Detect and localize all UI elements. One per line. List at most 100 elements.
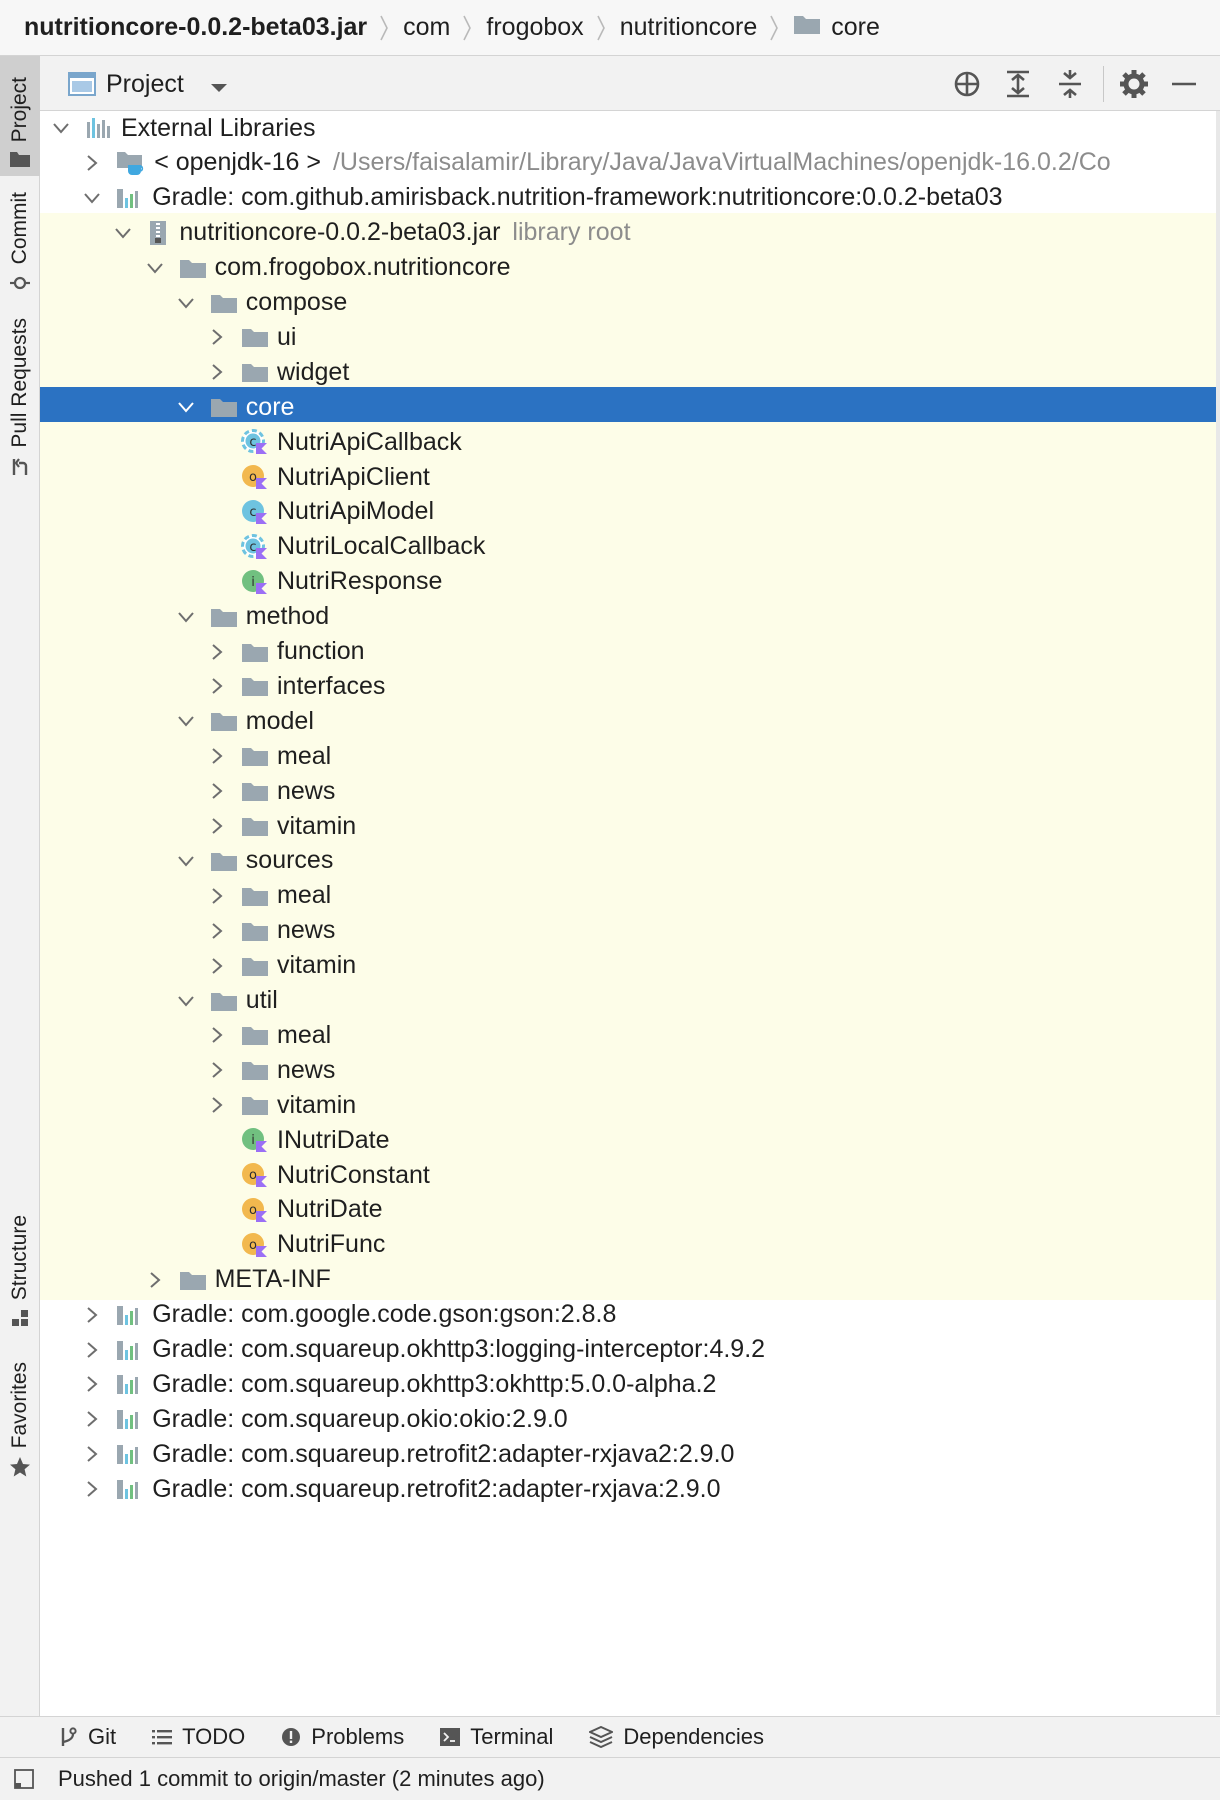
- tool-tab-project[interactable]: Project: [0, 56, 40, 176]
- breadcrumb-chevron-icon: [596, 13, 606, 43]
- tree-row-label: vitamin: [277, 811, 357, 840]
- chevron-right-icon[interactable]: [145, 1270, 165, 1290]
- structure-icon: [12, 1310, 28, 1326]
- chevron-down-icon[interactable]: [113, 223, 133, 243]
- chevron-down-icon[interactable]: [176, 991, 196, 1011]
- tool-tab-structure[interactable]: Structure: [0, 1206, 40, 1336]
- tool-tab-label: Structure: [8, 1214, 31, 1300]
- tool-tab-pull-requests[interactable]: Pull Requests: [0, 318, 40, 486]
- expand-all-icon[interactable]: [1002, 68, 1034, 100]
- tree-row-label: External Libraries: [121, 113, 316, 142]
- hide-icon[interactable]: [1168, 68, 1200, 100]
- folder-icon: [210, 850, 238, 872]
- tool-tab-label: Problems: [311, 1724, 405, 1749]
- tree-row-label: ui: [277, 322, 297, 351]
- chevron-right-icon[interactable]: [207, 746, 227, 766]
- tool-tab-dependencies[interactable]: Dependencies: [589, 1724, 764, 1750]
- folder-icon: [241, 780, 269, 802]
- tree-row-label: news: [277, 1055, 336, 1084]
- chevron-right-icon[interactable]: [82, 1305, 102, 1325]
- tree-row-label: NutriDate: [277, 1195, 383, 1224]
- folder-icon: [241, 1024, 269, 1046]
- breadcrumb-item-com[interactable]: com: [403, 13, 450, 42]
- tree-row-label: meal: [277, 1020, 332, 1049]
- chevron-down-icon[interactable]: [210, 80, 228, 98]
- project-tree[interactable]: External Libraries < openjdk-16 > /Users/f…: [40, 111, 1220, 1715]
- tree-row-label: Gradle: com.squareup.retrofit2:adapter-r…: [152, 1439, 735, 1468]
- kotlin-interface-icon: i: [241, 568, 269, 596]
- folder-icon: [210, 396, 238, 418]
- folder-icon: [241, 641, 269, 663]
- svg-text:o: o: [249, 1203, 257, 1218]
- tree-row-label: compose: [245, 288, 348, 316]
- chevron-right-icon[interactable]: [82, 1479, 102, 1499]
- tree-row[interactable]: Gradle: com.squareup.retrofit2:adapter-r…: [40, 1469, 1220, 1509]
- chevron-down-icon[interactable]: [145, 258, 165, 278]
- terminal-icon: [440, 1728, 461, 1746]
- chevron-right-icon[interactable]: [82, 1409, 102, 1429]
- breadcrumb-item-nutritioncore[interactable]: nutritioncore: [620, 13, 758, 42]
- tool-tab-favorites[interactable]: Favorites: [0, 1356, 40, 1486]
- star-icon: [10, 1457, 30, 1477]
- status-message[interactable]: Pushed 1 commit to origin/master (2 minu…: [58, 1766, 545, 1792]
- chevron-right-icon[interactable]: [207, 1025, 227, 1045]
- breadcrumb-chevron-icon: [462, 13, 472, 43]
- kotlin-abstract-class-icon: c: [241, 428, 269, 456]
- tree-row-label: Gradle: com.squareup.retrofit2:adapter-r…: [152, 1474, 721, 1503]
- chevron-right-icon[interactable]: [207, 781, 227, 801]
- chevron-right-icon[interactable]: [207, 362, 227, 382]
- chevron-down-icon[interactable]: [176, 607, 196, 627]
- tree-row-label: news: [277, 776, 336, 805]
- collapse-all-icon[interactable]: [1054, 68, 1086, 100]
- chevron-right-icon[interactable]: [207, 816, 227, 836]
- chevron-down-icon[interactable]: [51, 118, 71, 138]
- chevron-right-icon[interactable]: [82, 1374, 102, 1394]
- chevron-down-icon[interactable]: [82, 188, 102, 208]
- tool-tab-git[interactable]: Git: [58, 1724, 116, 1750]
- breadcrumb-item-frogobox[interactable]: frogobox: [486, 13, 583, 42]
- chevron-right-icon[interactable]: [207, 676, 227, 696]
- breadcrumb-item-core[interactable]: core: [793, 13, 880, 42]
- tree-row-label: Gradle: com.squareup.okhttp3:okhttp:5.0.…: [152, 1369, 717, 1398]
- kotlin-interface-icon: i: [241, 1126, 269, 1154]
- vertical-scrollbar[interactable]: [1216, 111, 1220, 1715]
- chevron-right-icon[interactable]: [207, 886, 227, 906]
- chevron-right-icon[interactable]: [82, 1444, 102, 1464]
- tool-tab-todo[interactable]: TODO: [152, 1724, 245, 1750]
- tool-tab-commit[interactable]: Commit: [0, 182, 40, 302]
- window-toggle-icon[interactable]: [14, 1769, 34, 1789]
- tree-row-label: function: [277, 637, 365, 665]
- tree-row-label: core: [245, 392, 295, 421]
- chevron-right-icon[interactable]: [207, 642, 227, 662]
- chevron-right-icon[interactable]: [207, 1095, 227, 1115]
- breadcrumb-item-jar[interactable]: nutritioncore-0.0.2-beta03.jar: [24, 13, 367, 42]
- tree-row-label: NutriFunc: [277, 1230, 386, 1259]
- folder-icon: [241, 1094, 269, 1116]
- folder-icon: [241, 361, 269, 383]
- svg-text:o: o: [249, 1168, 257, 1183]
- folder-icon: [241, 675, 269, 697]
- chevron-right-icon[interactable]: [207, 921, 227, 941]
- tree-row-label: Gradle: com.google.code.gson:gson:2.8.8: [152, 1300, 617, 1329]
- library-icon: [116, 1407, 144, 1431]
- chevron-right-icon[interactable]: [207, 1060, 227, 1080]
- svg-text:c: c: [249, 435, 256, 450]
- chevron-right-icon[interactable]: [82, 153, 102, 173]
- kotlin-object-icon: o: [241, 1196, 269, 1224]
- chevron-right-icon[interactable]: [207, 327, 227, 347]
- tool-tab-terminal[interactable]: Terminal: [440, 1724, 553, 1750]
- chevron-right-icon[interactable]: [207, 956, 227, 976]
- tool-tab-label: Commit: [8, 191, 31, 264]
- locate-icon[interactable]: [951, 68, 983, 100]
- chevron-down-icon[interactable]: [176, 397, 196, 417]
- gear-icon[interactable]: [1118, 68, 1150, 100]
- folder-icon: [241, 745, 269, 767]
- chevron-down-icon[interactable]: [176, 711, 196, 731]
- breadcrumb: nutritioncore-0.0.2-beta03.jar com frogo…: [0, 0, 1220, 56]
- folder-icon: [793, 13, 821, 42]
- chevron-down-icon[interactable]: [176, 293, 196, 313]
- tool-tab-problems[interactable]: Problems: [281, 1724, 404, 1750]
- chevron-right-icon[interactable]: [82, 1340, 102, 1360]
- chevron-down-icon[interactable]: [176, 851, 196, 871]
- tool-window-title[interactable]: Project: [106, 70, 184, 99]
